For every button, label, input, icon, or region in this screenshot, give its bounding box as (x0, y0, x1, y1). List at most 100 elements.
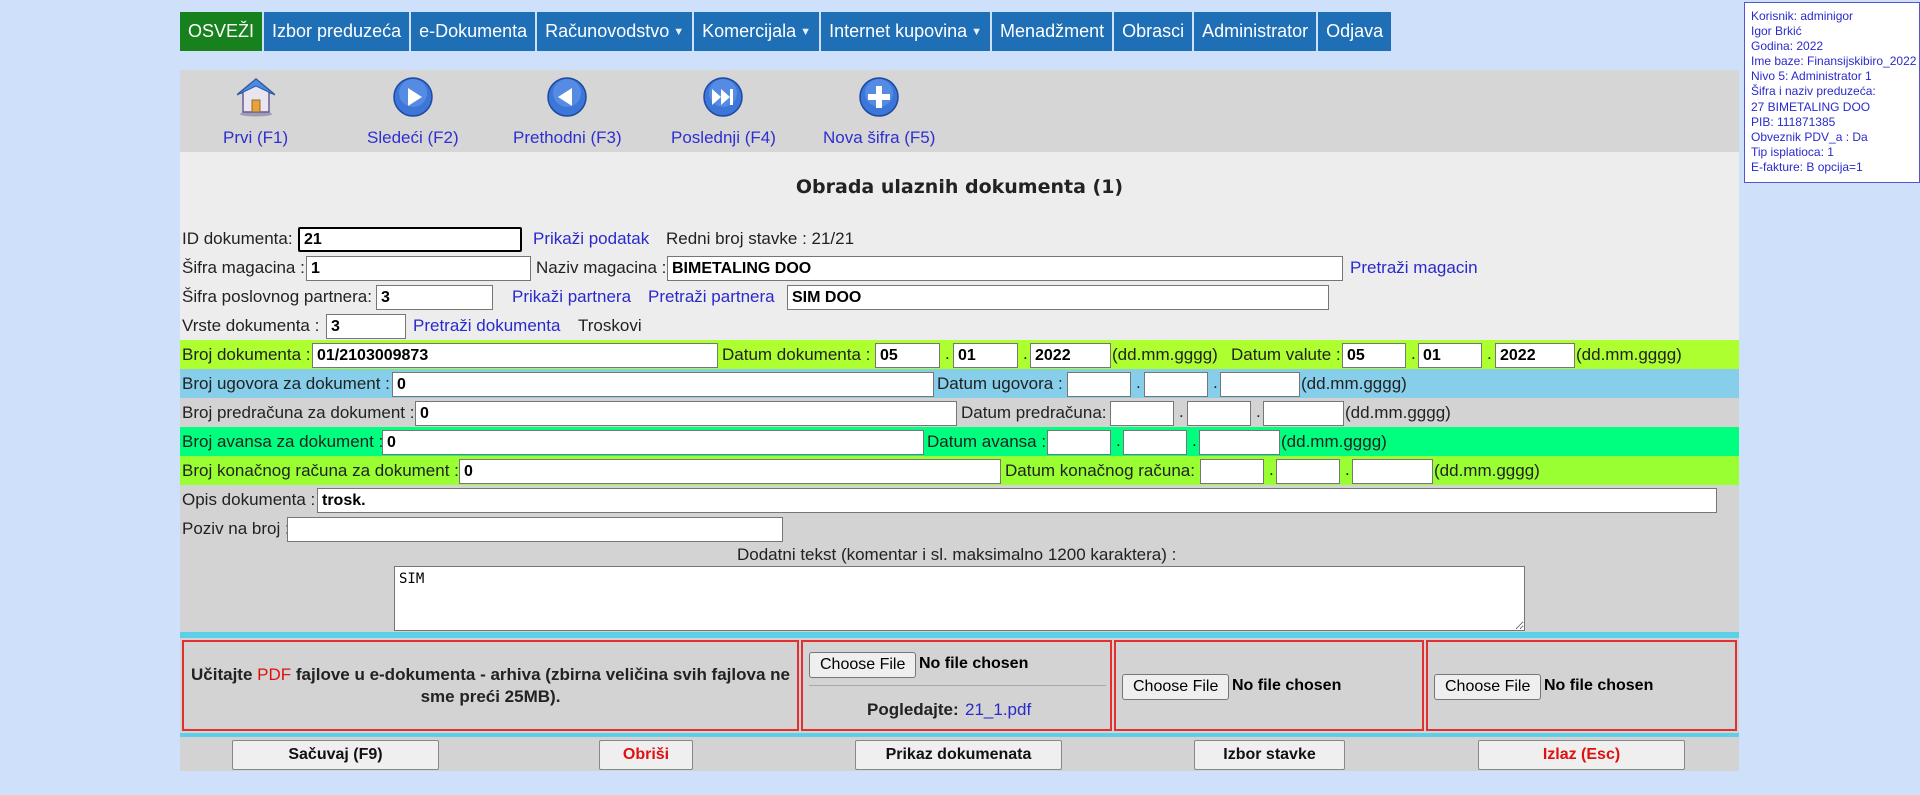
contract-date-month[interactable] (1144, 372, 1208, 397)
upload-cell-3: Choose File No file chosen (1426, 640, 1737, 731)
doc-date-year[interactable] (1030, 343, 1111, 368)
proforma-date-day[interactable] (1110, 401, 1174, 426)
final-invoice-number-input[interactable] (459, 459, 1001, 484)
caret-down-icon: ▼ (800, 25, 812, 38)
advance-number-input[interactable] (382, 430, 924, 455)
warehouse-code-label: Šifra magacina : (182, 258, 305, 277)
contract-date-year[interactable] (1220, 372, 1300, 397)
info-vat: Obveznik PDV_a : Da (1751, 129, 1868, 144)
nav-e-documents[interactable]: e-Dokumenta (411, 12, 536, 51)
doc-date-month[interactable] (953, 343, 1018, 368)
back-icon (547, 77, 588, 117)
advance-date-month[interactable] (1123, 430, 1187, 455)
date-separator: . (1192, 431, 1197, 450)
save-button[interactable]: Sačuvaj (F9) (232, 740, 439, 770)
extra-text-area[interactable]: SIM (394, 566, 1525, 631)
nav-company-select[interactable]: Izbor preduzeća (264, 12, 410, 51)
info-database: Ime baze: Finansijskibiro_2022 (1751, 54, 1917, 69)
nav-refresh[interactable]: OSVEŽI (180, 12, 263, 51)
choose-file-button-1[interactable]: Choose File (809, 652, 917, 678)
doc-number-label: Broj dokumenta : (182, 345, 311, 364)
doc-type-input[interactable] (326, 314, 406, 339)
show-documents-button[interactable]: Prikaz dokumenata (855, 740, 1062, 770)
description-input[interactable] (317, 488, 1717, 513)
contract-date-day[interactable] (1067, 372, 1131, 397)
value-date-year[interactable] (1495, 343, 1575, 368)
contract-row: Broj ugovora za dokument : Datum ugovora… (180, 369, 1739, 398)
previous-record-button[interactable]: Prethodni (F3) (513, 76, 622, 148)
play-icon (393, 77, 433, 117)
description-row: Opis dokumenta : (180, 485, 1739, 514)
new-code-button[interactable]: Nova šifra (F5) (823, 76, 935, 148)
nav-forms[interactable]: Obrasci (1114, 12, 1193, 51)
nav-label: e-Dokumenta (419, 21, 528, 41)
nav-management[interactable]: Menadžment (992, 12, 1113, 51)
value-date-label: Datum valute : (1231, 345, 1341, 364)
nav-commercial[interactable]: Komercijala ▼ (694, 12, 820, 51)
no-file-text-2: No file chosen (1232, 677, 1342, 694)
caret-down-icon: ▼ (971, 25, 983, 38)
final-date-month[interactable] (1276, 459, 1340, 484)
partner-name-input[interactable] (787, 285, 1329, 310)
date-separator: . (1411, 344, 1416, 363)
advance-date-day[interactable] (1047, 430, 1111, 455)
date-separator: . (1345, 460, 1350, 479)
pdf-highlight: PDF (257, 665, 292, 684)
nav-accounting[interactable]: Računovodstvo ▼ (537, 12, 693, 51)
nav-logout[interactable]: Odjava (1318, 12, 1392, 51)
new-code-label: Nova šifra (F5) (823, 128, 936, 147)
reference-input[interactable] (287, 517, 783, 542)
first-record-label: Prvi (F1) (223, 128, 289, 147)
doc-date-label: Datum dokumenta : (722, 345, 871, 364)
cell-divider (809, 685, 1106, 686)
choose-file-button-2[interactable]: Choose File (1122, 674, 1230, 700)
plus-icon (859, 77, 899, 117)
date-separator: . (1023, 344, 1028, 363)
last-record-button[interactable]: Poslednji (F4) (671, 76, 776, 148)
previous-record-label: Prethodni (F3) (513, 128, 622, 147)
upload-text-before: Učitajte (191, 665, 258, 684)
final-date-year[interactable] (1352, 459, 1433, 484)
pdf-file-link[interactable]: 21_1.pdf (965, 700, 1031, 720)
first-record-button[interactable]: Prvi (F1) (223, 76, 288, 148)
next-record-button[interactable]: Sledeći (F2) (367, 76, 459, 148)
doc-number-input[interactable] (312, 343, 718, 368)
partner-row: Šifra poslovnog partnera: Prikaži partne… (180, 282, 1739, 311)
partner-code-input[interactable] (376, 285, 493, 310)
search-document-link[interactable]: Pretraži dokumenta (413, 316, 560, 336)
value-date-month[interactable] (1418, 343, 1482, 368)
document-form: Obrada ulaznih dokumenta (1) ID dokument… (180, 152, 1739, 632)
date-separator: . (1256, 402, 1261, 421)
contract-number-input[interactable] (392, 372, 934, 397)
choose-file-button-3[interactable]: Choose File (1434, 674, 1542, 700)
doc-date-day[interactable] (875, 343, 940, 368)
nav-administrator[interactable]: Administrator (1194, 12, 1317, 51)
search-warehouse-link[interactable]: Pretraži magacin (1350, 258, 1478, 278)
proforma-date-year[interactable] (1263, 401, 1344, 426)
nav-internet-shopping[interactable]: Internet kupovina ▼ (821, 12, 991, 51)
action-bar: Sačuvaj (F9) Obriši Prikaz dokumenata Iz… (180, 737, 1739, 771)
contract-label: Broj ugovora za dokument : (182, 374, 390, 393)
document-id-input[interactable] (298, 227, 522, 252)
warehouse-name-input[interactable] (667, 256, 1343, 281)
date-separator: . (1487, 344, 1492, 363)
proforma-number-input[interactable] (415, 401, 957, 426)
info-level: Nivo 5: Administrator 1 (1751, 69, 1872, 84)
search-partner-link[interactable]: Pretraži partnera (648, 287, 775, 307)
delete-button[interactable]: Obriši (599, 740, 693, 770)
show-partner-link[interactable]: Prikaži partnera (512, 287, 631, 307)
date-format-hint: (dd.mm.gggg) (1345, 403, 1451, 422)
choose-item-button[interactable]: Izbor stavke (1194, 740, 1345, 770)
value-date-day[interactable] (1342, 343, 1406, 368)
show-data-link[interactable]: Prikaži podatak (533, 229, 649, 249)
proforma-date-month[interactable] (1187, 401, 1251, 426)
nav-label: Komercijala (702, 21, 797, 41)
date-separator: . (945, 344, 950, 363)
no-file-text-1: No file chosen (919, 655, 1029, 672)
final-date-day[interactable] (1200, 459, 1264, 484)
doc-number-row: Broj dokumenta : Datum dokumenta : . . (… (180, 340, 1739, 369)
exit-button[interactable]: Izlaz (Esc) (1478, 740, 1685, 770)
nav-label: Administrator (1202, 21, 1309, 41)
advance-date-year[interactable] (1199, 430, 1280, 455)
warehouse-code-input[interactable] (306, 256, 531, 281)
